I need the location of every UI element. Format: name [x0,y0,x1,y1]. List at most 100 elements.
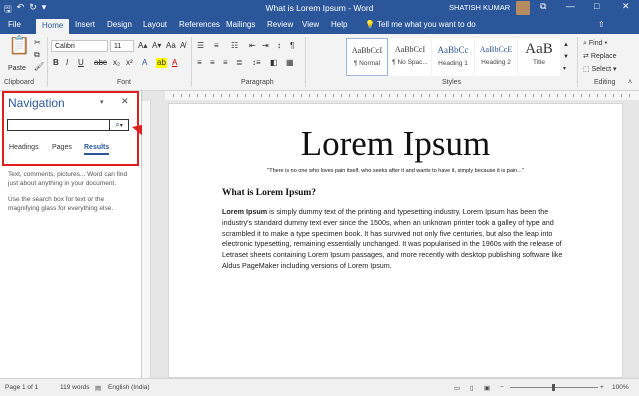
word-count[interactable]: 119 words [60,384,90,391]
style-preview: AaBbCcI [351,46,383,55]
tab-design[interactable]: Design [107,20,132,29]
tab-file[interactable]: File [8,20,21,29]
numbering-icon[interactable]: ≡ [214,41,219,51]
language-status[interactable]: English (India) [108,384,150,391]
style-heading-1[interactable]: AaBbCc Heading 1 [432,38,474,76]
ruler-tick [501,94,502,97]
maximize-button[interactable]: □ [594,1,599,11]
clear-format-icon[interactable]: A̸ [180,41,185,51]
tab-home[interactable]: Home [36,19,70,34]
text-effects-icon[interactable]: A [142,58,147,68]
show-marks-icon[interactable]: ¶ [290,41,294,51]
ruler-tick [277,94,278,97]
proofing-icon[interactable]: ▤ [95,384,101,392]
close-button[interactable]: ✕ [622,1,630,12]
superscript-icon[interactable]: x² [126,58,133,68]
paste-label[interactable]: Paste [8,64,26,74]
tab-insert[interactable]: Insert [75,20,95,29]
tab-mailings[interactable]: Mailings [226,20,255,29]
bullets-icon[interactable]: ☰ [197,41,204,51]
nav-tab-headings[interactable]: Headings [9,144,39,151]
font-size-box[interactable]: 11 [110,40,134,52]
copy-icon[interactable]: ⧉ [34,50,40,60]
zoom-in-icon[interactable]: + [600,384,604,391]
style-name: ¶ Normal [353,60,381,67]
read-mode-icon[interactable]: ▯ [470,384,474,392]
styles-scroll-down-icon[interactable]: ▼ [563,52,569,62]
zoom-slider-thumb[interactable] [552,384,555,391]
page-count[interactable]: Page 1 of 1 [5,384,38,391]
nav-help-para: Text, comments, pictures... Word can fin… [8,171,128,187]
nav-close-icon[interactable]: ✕ [121,96,129,107]
tab-review[interactable]: Review [267,20,293,29]
styles-scroll-up-icon[interactable]: ▲ [563,40,569,50]
underline-icon[interactable]: U [78,58,84,68]
paragraph-lead: Lorem Ipsum [222,207,268,216]
style-name: Title [532,59,546,66]
italic-icon[interactable]: I [66,58,68,68]
focus-mode-icon[interactable]: ▭ [454,384,460,392]
style-no-spacing[interactable]: AaBbCcI ¶ No Spac... [389,38,431,76]
line-spacing-icon[interactable]: ↕≡ [252,58,261,68]
borders-icon[interactable]: ▦ [286,58,294,68]
user-name[interactable]: SHATISH KUMAR [449,3,510,12]
ruler-tick [237,94,238,97]
tab-layout[interactable]: Layout [143,20,167,29]
strikethrough-icon[interactable]: abc [94,58,107,68]
ruler-tick [205,94,206,97]
format-painter-icon[interactable]: 🖌 [34,62,44,72]
bold-icon[interactable]: B [53,58,59,68]
highlight-icon[interactable]: ab [156,58,167,68]
tell-me-box[interactable]: Tell me what you want to do [377,20,476,29]
tab-help[interactable]: Help [331,20,347,29]
ruler-tick [341,94,342,97]
styles-more-icon[interactable]: ▾ [563,64,566,74]
ruler-tick [413,94,414,97]
share-icon[interactable]: ⇧ [598,20,605,29]
shrink-font-icon[interactable]: A▾ [152,41,161,51]
ruler-tick [333,94,334,97]
multilevel-list-icon[interactable]: ☷ [231,41,238,51]
restore-icon[interactable]: ⧉ [540,1,546,12]
replace-button[interactable]: ⇄ Replace [583,52,617,62]
zoom-out-icon[interactable]: − [500,384,504,391]
tab-references[interactable]: References [179,20,220,29]
select-label: Select [591,66,612,73]
vertical-ruler[interactable] [142,101,151,378]
align-center-icon[interactable]: ≡ [210,58,215,68]
style-title[interactable]: AaB Title [518,38,560,76]
paste-icon[interactable]: 📋 [8,36,30,54]
nav-tab-pages[interactable]: Pages [52,144,72,151]
horizontal-ruler[interactable] [165,91,639,100]
zoom-level[interactable]: 100% [612,384,629,391]
decrease-indent-icon[interactable]: ⇤ [249,41,256,51]
style-normal[interactable]: AaBbCcI ¶ Normal [346,38,388,76]
minimize-button[interactable]: — [566,1,575,11]
shading-icon[interactable]: ◧ [270,58,278,68]
nav-tab-results[interactable]: Results [84,144,110,155]
paragraph-body: is simply dummy text of the printing and… [222,207,563,270]
collapse-ribbon-icon[interactable]: ˄ [628,78,632,88]
avatar[interactable] [516,1,530,15]
style-heading-2[interactable]: AaBbCcE Heading 2 [475,38,517,76]
nav-options-icon[interactable]: ▾ [100,98,104,106]
grow-font-icon[interactable]: A▴ [138,41,147,51]
tab-view[interactable]: View [302,20,319,29]
cut-icon[interactable]: ✂ [34,38,41,48]
nav-search-input[interactable] [7,119,110,131]
sort-icon[interactable]: ↕ [277,41,281,51]
nav-search-button[interactable]: ⌕▾ [110,119,129,131]
ruler-tick [605,94,606,97]
subscript-icon[interactable]: x₂ [113,58,120,68]
justify-icon[interactable]: ≣ [236,58,243,68]
change-case-icon[interactable]: Aa [166,41,176,51]
increase-indent-icon[interactable]: ⇥ [262,41,269,51]
print-layout-icon[interactable]: ▣ [484,384,490,392]
align-right-icon[interactable]: ≡ [223,58,228,68]
ruler-tick [493,94,494,97]
find-button[interactable]: ⌕ Find ▾ [583,39,607,49]
align-left-icon[interactable]: ≡ [197,58,202,68]
font-color-icon[interactable]: A [172,58,177,68]
select-button[interactable]: ⬚ Select ▾ [583,65,617,75]
font-name-box[interactable]: Calibri [51,40,108,52]
